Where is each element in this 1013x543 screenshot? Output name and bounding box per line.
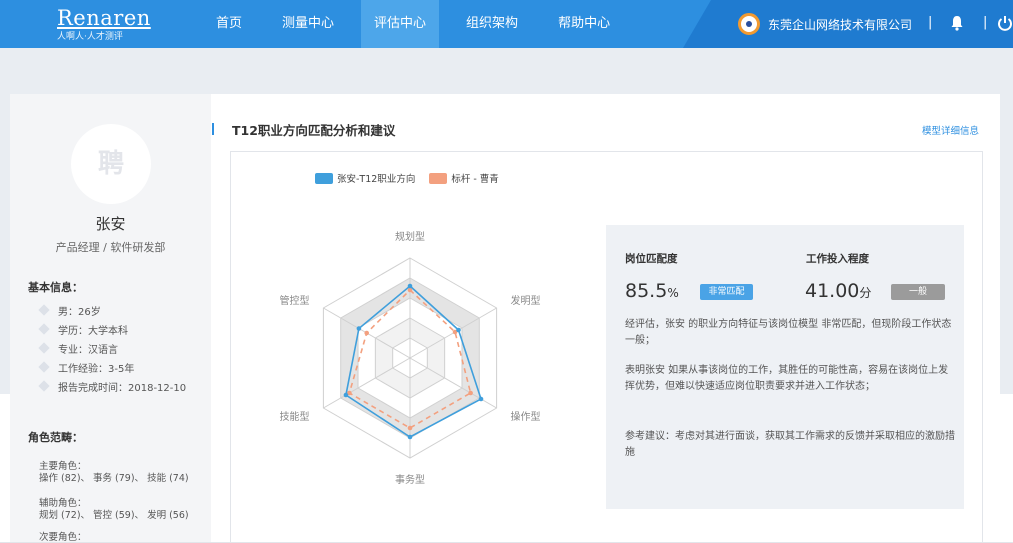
secondary-roles-label: 辅助角色： [39, 498, 87, 509]
bell-icon[interactable] [950, 15, 964, 31]
company-switcher[interactable]: 东莞企山网络技术有限公司 [738, 13, 912, 35]
engagement-unit: 分 [859, 286, 872, 300]
model-detail-link[interactable]: 模型详细信息 [922, 123, 979, 137]
engagement-label: 工作投入程度 [806, 253, 869, 265]
company-logo-icon [738, 13, 760, 35]
brand-logo-text: Renaren [57, 6, 151, 30]
radar-chart: 规划型发明型操作型事务型 技能型 管控型 [280, 230, 541, 486]
bullet-icon [38, 380, 50, 392]
basic-info-title: 基本信息： [28, 281, 83, 294]
bullet-icon [38, 323, 50, 335]
brand-logo[interactable]: Renaren 人啊人·人才测评 [57, 7, 151, 43]
power-icon[interactable] [997, 14, 1013, 32]
suggestion-text: 参考建议：考虑对其进行面谈，获取其工作需求的反馈并采取相应的激励措施 [625, 431, 955, 458]
radar-point-benchmark [468, 390, 473, 396]
radar-point-candidate [456, 327, 461, 333]
primary-roles: 主要角色： 操作 (82)、 事务 (79)、 技能 (74) [39, 461, 189, 485]
page-gutter-left [0, 94, 10, 394]
radar-point-benchmark [407, 425, 413, 431]
title-accent [212, 123, 214, 135]
radar-axis-label: 事务型 [395, 473, 425, 486]
match-badge: 非常匹配 [700, 284, 753, 300]
nav-assessment-center[interactable]: 评估中心 [361, 0, 440, 48]
match-unit: % [667, 286, 679, 300]
legend-label: 标杆 - 曹青 [451, 174, 499, 185]
list-item: 工作经验：3-5年 [38, 359, 186, 375]
bullet-icon [38, 361, 50, 373]
secondary-roles: 辅助角色： 规划 (72)、 管控 (59)、 发明 (56) [39, 498, 189, 522]
evaluation-text: 经评估，张安 的职业方向特征与该岗位模型 非常匹配，但现阶段工作状态 一般； [625, 319, 952, 346]
legend-swatch [429, 172, 448, 184]
page-gutter-right [1000, 94, 1013, 394]
engagement-value: 41.00分 [805, 280, 871, 302]
candidate-role: 产品经理 / 软件研发部 [55, 241, 166, 254]
radar-point-candidate [407, 283, 413, 289]
primary-roles-label: 主要角色： [39, 461, 87, 472]
chart-legend: 张安-T12职业方向 标杆 - 曹青 [315, 171, 513, 185]
basic-info-list: 男：26岁 学历：大学本科 专业：汉语言 工作经验：3-5年 报告完成时间：20… [38, 302, 186, 397]
company-name: 东莞企山网络技术有限公司 [768, 17, 913, 32]
header-separator: | [928, 15, 933, 30]
bullet-icon [38, 304, 50, 316]
radar-axis-label: 技能型 [280, 410, 310, 423]
main-nav: 首页 测量中心 评估中心 组织架构 帮助中心 [203, 0, 637, 48]
radar-axis-label: 规划型 [395, 230, 425, 243]
nav-help-center[interactable]: 帮助中心 [545, 0, 623, 48]
interpretation-text: 表明张安 如果从事该岗位的工作，其胜任的可能性高，容易在该岗位上发挥优势，但难以… [625, 365, 949, 392]
role-scope-title: 角色范畴： [28, 431, 83, 444]
analysis-panel: 岗位匹配度 85.5% 非常匹配 工作投入程度 41.00分 一般 经评估，张安… [606, 225, 964, 509]
list-item: 男：26岁 [38, 302, 186, 318]
nav-home[interactable]: 首页 [203, 0, 255, 48]
legend-swatch [315, 172, 333, 184]
engagement-badge: 一般 [891, 284, 945, 300]
bullet-icon [38, 342, 50, 354]
radar-point-candidate [407, 434, 413, 440]
radar-point-benchmark [364, 330, 369, 336]
radar-axis-label: 发明型 [510, 294, 540, 307]
secondary-roles-value: 规划 (72)、 管控 (59)、 发明 (56) [39, 510, 189, 521]
list-item: 专业：汉语言 [38, 340, 186, 356]
legend-item-benchmark[interactable]: 标杆 - 曹青 [429, 171, 499, 185]
candidate-name: 张安 [95, 215, 126, 233]
brand-logo-subtitle: 人啊人·人才测评 [57, 32, 123, 42]
page-header-band [0, 48, 1013, 94]
list-item: 报告完成时间：2018-12-10 [38, 378, 186, 394]
avatar: 聘 [71, 124, 151, 204]
radar-point-candidate [343, 392, 349, 398]
radar-point-candidate [356, 326, 362, 331]
legend-item-candidate[interactable]: 张安-T12职业方向 [315, 171, 415, 185]
radar-point-candidate [478, 396, 484, 402]
top-nav-bar: Renaren 人啊人·人才测评 首页 测量中心 评估中心 组织架构 帮助中心 … [0, 0, 1013, 48]
radar-axis-label: 操作型 [510, 410, 540, 423]
nav-measurement-center[interactable]: 测量中心 [269, 0, 347, 48]
match-label: 岗位匹配度 [625, 253, 678, 265]
match-value: 85.5% [625, 280, 679, 302]
list-item: 学历：大学本科 [38, 321, 186, 337]
radar-axis-label: 管控型 [280, 294, 310, 307]
header-separator: | [983, 15, 988, 30]
profile-panel: 聘 张安 产品经理 / 软件研发部 基本信息： 男：26岁 学历：大学本科 专业… [10, 94, 211, 543]
primary-roles-value: 操作 (82)、 事务 (79)、 技能 (74) [39, 473, 189, 484]
engagement-number: 41.00 [805, 280, 860, 302]
nav-organization[interactable]: 组织架构 [453, 0, 531, 48]
legend-label: 张安-T12职业方向 [337, 174, 416, 185]
page-title: T12职业方向匹配分析和建议 [232, 123, 396, 138]
match-number: 85.5 [625, 280, 668, 302]
